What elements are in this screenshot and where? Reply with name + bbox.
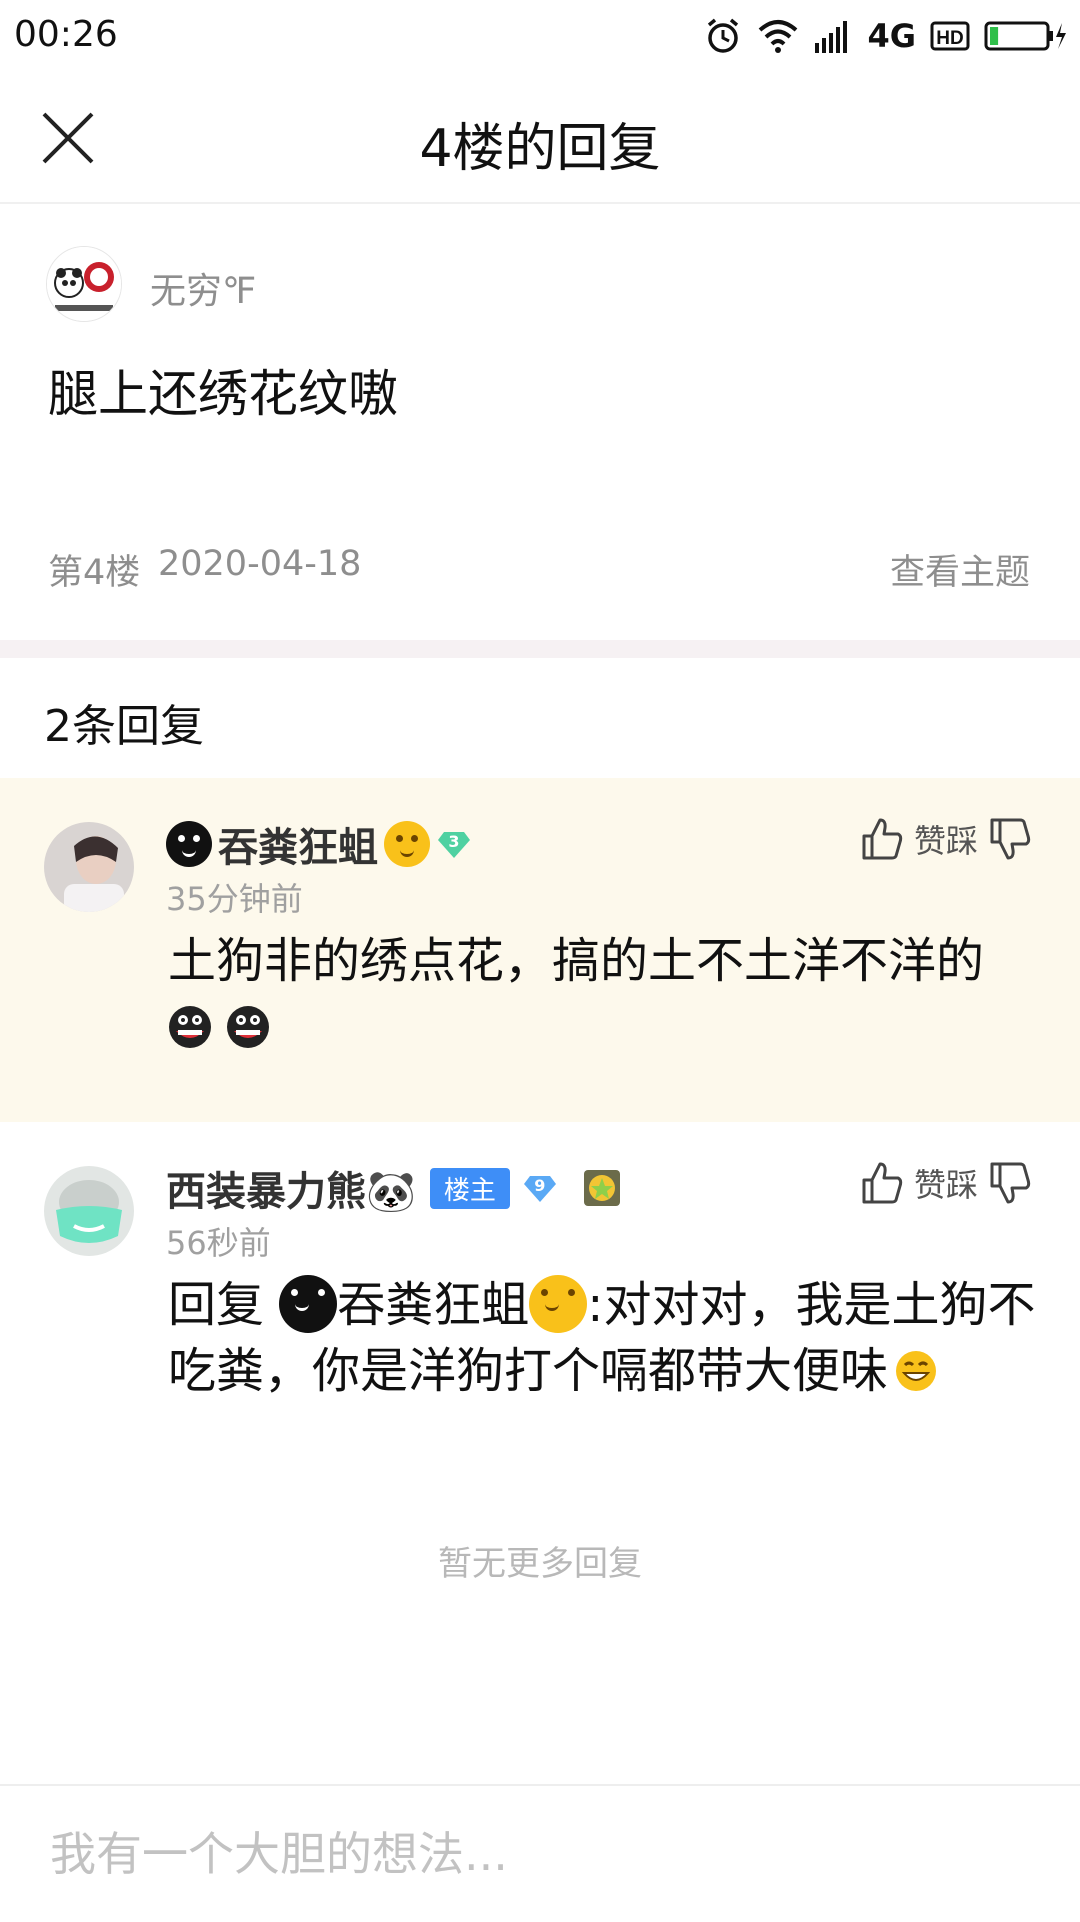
level-badge: 9	[522, 1170, 558, 1206]
reply-to-user[interactable]: 吞粪狂蛆	[337, 1277, 529, 1333]
section-divider	[0, 640, 1080, 658]
reply-item: 吞粪狂蛆 3 35分钟前 赞踩 土狗非的绣点花，搞的土不土洋不洋的	[0, 778, 1080, 1122]
thumbs-up-icon[interactable]	[860, 1160, 904, 1206]
vote-label: 赞踩	[913, 822, 978, 860]
vote-label: 赞踩	[913, 1166, 978, 1204]
alarm-icon	[703, 16, 743, 56]
thumbs-down-icon[interactable]	[988, 1160, 1032, 1206]
avatar-image	[47, 247, 121, 321]
original-post: 无穷℉ 腿上还绣花纹嗷 第4楼 2020-04-18 查看主题	[0, 204, 1080, 640]
avatar-image	[44, 1166, 134, 1256]
yellow-face-emoji-icon	[529, 1275, 588, 1333]
grimace-emoji-icon	[227, 1006, 269, 1048]
reply-author-row: 吞粪狂蛆 3	[166, 815, 472, 873]
reply-input[interactable]	[50, 1824, 1030, 1884]
status-icons: 4G HD	[703, 12, 1068, 60]
avatar-image	[44, 822, 134, 912]
header: 4楼的回复	[0, 72, 1080, 204]
reply-time: 56秒前	[166, 1224, 271, 1262]
view-topic-link[interactable]: 查看主题	[890, 544, 1030, 595]
hd-icon: HD	[930, 20, 970, 52]
reply-count: 2条回复	[44, 701, 204, 752]
medal-icon	[583, 1170, 620, 1206]
post-author[interactable]: 无穷℉	[150, 262, 256, 314]
black-face-emoji-icon	[166, 821, 212, 867]
vote-actions: 赞踩	[860, 1160, 1032, 1206]
vote-actions: 赞踩	[860, 816, 1032, 862]
post-date: 2020-04-18	[158, 544, 362, 584]
reply-author[interactable]: 西装暴力熊🐼	[166, 1159, 416, 1217]
avatar[interactable]	[44, 1166, 134, 1256]
svg-text:HD: HD	[936, 28, 963, 49]
network-type: 4G	[867, 17, 916, 55]
avatar[interactable]	[46, 246, 122, 322]
status-bar: 00:26 4G HD	[0, 0, 1080, 72]
level-badge: 3	[436, 826, 472, 862]
avatar[interactable]	[44, 822, 134, 912]
grin-emoji-icon	[896, 1351, 937, 1391]
thumbs-up-icon[interactable]	[860, 816, 904, 862]
yellow-face-emoji-icon	[384, 821, 430, 867]
wifi-icon	[757, 18, 799, 54]
battery-icon	[984, 19, 1068, 53]
reply-author-row: 西装暴力熊🐼 楼主 9	[166, 1159, 622, 1217]
status-time: 00:26	[14, 14, 118, 55]
post-content: 腿上还绣花纹嗷	[48, 365, 398, 423]
no-more-replies: 暂无更多回复	[438, 1544, 642, 1584]
reply-item: 西装暴力熊🐼 楼主 9 56秒前 赞踩 回复 吞粪狂蛆:对对对，我是土狗不吃粪，…	[0, 1122, 1080, 1422]
thumbs-down-icon[interactable]	[988, 816, 1032, 862]
reply-content: 土狗非的绣点花，搞的土不土洋不洋的	[168, 928, 1038, 1060]
post-floor: 第4楼	[48, 553, 141, 593]
grimace-emoji-icon	[169, 1006, 211, 1048]
reply-prefix: 回复	[168, 1277, 265, 1333]
reply-text: 土狗非的绣点花，搞的土不土洋不洋的	[168, 933, 985, 989]
reply-time: 35分钟前	[166, 880, 303, 918]
black-face-emoji-icon	[279, 1275, 338, 1333]
reply-content: 回复 吞粪狂蛆:对对对，我是土狗不吃粪，你是洋狗打个嗝都带大便味	[168, 1272, 1038, 1404]
reply-bar	[0, 1784, 1080, 1922]
signal-icon	[813, 19, 853, 53]
reply-author[interactable]: 吞粪狂蛆	[218, 815, 378, 873]
page-title: 4楼的回复	[419, 119, 661, 179]
host-badge: 楼主	[429, 1167, 510, 1209]
